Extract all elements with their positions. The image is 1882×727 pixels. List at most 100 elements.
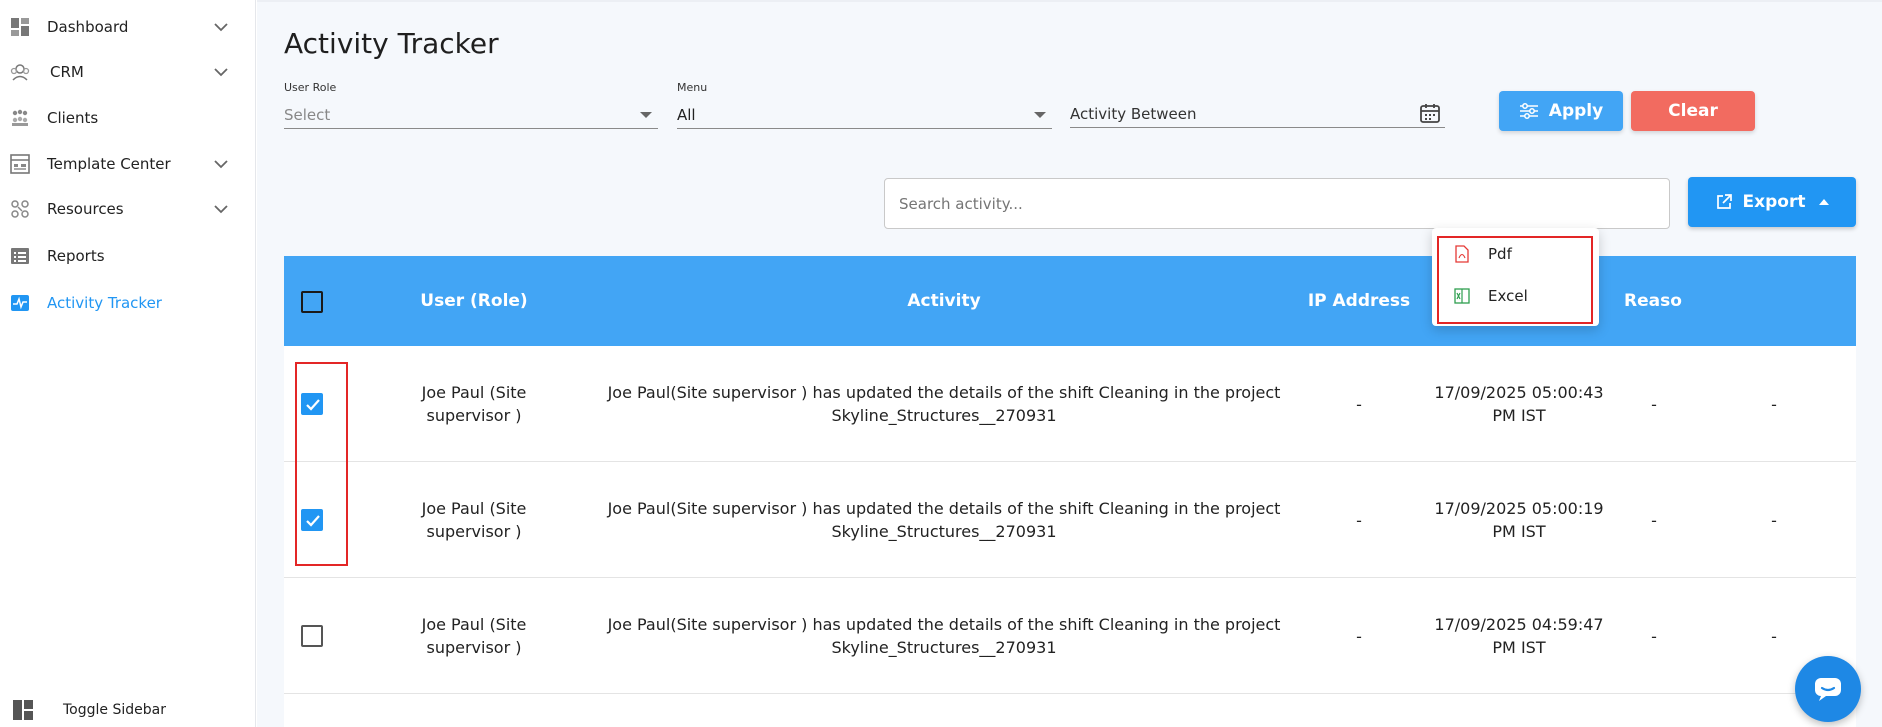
table-header: User (Role) Activity IP Address Time Sta…	[284, 256, 1856, 346]
table-row[interactable]: Joe Paul (Site supervisor ) Joe Paul(Site…	[284, 346, 1856, 462]
user-line: Joe Paul (Site	[421, 383, 527, 402]
sidebar-toggle-icon	[13, 700, 33, 720]
chat-button[interactable]	[1795, 656, 1861, 722]
export-excel-option[interactable]: Excel	[1432, 276, 1599, 316]
column-header-reason[interactable]: Reaso	[1624, 256, 1744, 346]
sidebar-item-dashboard[interactable]: Dashboard	[0, 7, 256, 47]
clients-icon	[9, 107, 31, 129]
export-button[interactable]: Export	[1688, 177, 1856, 227]
timestamp-line: PM IST	[1492, 522, 1546, 541]
template-icon	[9, 153, 31, 175]
sidebar-item-label: Resources	[47, 200, 124, 218]
ip-cell: -	[1356, 510, 1362, 530]
user-line: supervisor )	[426, 522, 522, 541]
row-checkbox[interactable]	[301, 625, 323, 647]
export-icon	[1716, 194, 1732, 209]
activity-cell: Joe Paul(Site supervisor ) has updated t…	[594, 462, 1294, 578]
sidebar-item-label: Activity Tracker	[47, 294, 162, 312]
chevron-down-icon	[214, 205, 228, 214]
activity-line: Joe Paul(Site supervisor ) has updated t…	[607, 615, 1281, 634]
filter-sliders-icon	[1519, 103, 1538, 119]
table-row[interactable]: Joe Paul (Site supervisor ) Joe Paul(Site…	[284, 462, 1856, 578]
activity-between-placeholder: Activity Between	[1070, 104, 1197, 123]
toggle-sidebar-button[interactable]: Toggle Sidebar	[0, 690, 256, 727]
dropdown-caret-icon	[1034, 112, 1046, 118]
reason-cell: -	[1651, 626, 1657, 646]
sidebar: Dashboard CRM Clients Template Center Re…	[0, 0, 256, 727]
chevron-down-icon	[214, 160, 228, 169]
activity-between-field[interactable]: Activity Between	[1070, 100, 1445, 128]
user-role-select[interactable]: Select	[284, 101, 658, 129]
export-pdf-option[interactable]: Pdf	[1432, 234, 1599, 274]
column-header-activity[interactable]: Activity	[594, 256, 1294, 346]
sidebar-item-resources[interactable]: Resources	[0, 189, 256, 229]
user-role-value: Select	[284, 105, 331, 124]
apply-button[interactable]: Apply	[1499, 91, 1623, 131]
extra-cell: -	[1771, 510, 1777, 530]
user-cell: Joe Paul (Site supervisor )	[354, 578, 594, 694]
activity-line: Skyline_Structures__270931	[831, 406, 1057, 425]
user-role-label: User Role	[284, 81, 337, 94]
timestamp-line: 17/09/2025 04:59:47	[1434, 615, 1604, 634]
user-cell: Joe Paul (Site supervisor )	[354, 462, 594, 578]
timestamp-line: PM IST	[1492, 406, 1546, 425]
sidebar-item-label: Reports	[47, 247, 105, 265]
sidebar-item-reports[interactable]: Reports	[0, 236, 256, 276]
sidebar-item-crm[interactable]: CRM	[0, 52, 256, 92]
sidebar-item-clients[interactable]: Clients	[0, 98, 256, 138]
row-checkbox[interactable]	[301, 509, 323, 531]
column-header-user[interactable]: User (Role)	[354, 256, 594, 346]
sidebar-item-activity-tracker[interactable]: Activity Tracker	[0, 283, 256, 323]
timestamp-cell: 17/09/2025 04:59:47 PM IST	[1424, 578, 1614, 694]
activity-line: Joe Paul(Site supervisor ) has updated t…	[607, 499, 1281, 518]
reason-cell: -	[1651, 510, 1657, 530]
dashboard-icon	[9, 16, 31, 38]
excel-file-icon	[1454, 288, 1470, 304]
column-header-ip[interactable]: IP Address	[1294, 256, 1424, 346]
sidebar-item-template-center[interactable]: Template Center	[0, 144, 256, 184]
menu-select[interactable]: All	[677, 101, 1052, 129]
sidebar-item-label: Dashboard	[47, 18, 129, 36]
sidebar-item-label: CRM	[50, 63, 84, 81]
calendar-icon[interactable]	[1419, 102, 1441, 124]
chevron-down-icon	[214, 68, 228, 77]
activity-line: Skyline_Structures__270931	[831, 638, 1057, 657]
clear-label: Clear	[1668, 101, 1718, 121]
export-excel-label: Excel	[1488, 287, 1528, 305]
clear-button[interactable]: Clear	[1631, 91, 1755, 131]
menu-value: All	[677, 105, 696, 124]
timestamp-line: PM IST	[1492, 638, 1546, 657]
user-line: Joe Paul (Site	[421, 499, 527, 518]
user-line: supervisor )	[426, 638, 522, 657]
table-row[interactable]: Joe Paul (Site supervisor ) Joe Paul(Site…	[284, 578, 1856, 694]
timestamp-cell: 17/09/2025 05:00:19 PM IST	[1424, 462, 1614, 578]
main-content: Activity Tracker User Role Select Menu A…	[257, 0, 1882, 727]
export-label: Export	[1742, 192, 1806, 212]
menu-label: Menu	[677, 81, 708, 94]
user-line: Joe Paul (Site	[421, 615, 527, 634]
select-all-checkbox[interactable]	[301, 291, 323, 313]
resources-icon	[9, 198, 31, 220]
crm-icon	[9, 61, 31, 83]
timestamp-line: 17/09/2025 05:00:19	[1434, 499, 1604, 518]
chevron-down-icon	[214, 23, 228, 32]
export-menu: Pdf Excel	[1432, 228, 1599, 326]
activity-icon	[9, 292, 31, 314]
apply-label: Apply	[1548, 101, 1604, 121]
activity-line: Skyline_Structures__270931	[831, 522, 1057, 541]
search-input[interactable]	[884, 178, 1670, 229]
activity-cell: Joe Paul(Site supervisor ) has updated t…	[594, 578, 1294, 694]
row-checkbox[interactable]	[301, 393, 323, 415]
activity-cell: Joe Paul(Site supervisor ) has updated t…	[594, 346, 1294, 462]
activity-table: User (Role) Activity IP Address Time Sta…	[284, 256, 1856, 727]
timestamp-line: 17/09/2025 05:00:43	[1434, 383, 1604, 402]
page-title: Activity Tracker	[284, 27, 499, 60]
chat-icon	[1815, 678, 1841, 701]
export-pdf-label: Pdf	[1488, 245, 1512, 263]
sidebar-item-label: Clients	[47, 109, 99, 127]
activity-line: Joe Paul(Site supervisor ) has updated t…	[607, 383, 1281, 402]
ip-cell: -	[1356, 626, 1362, 646]
pdf-file-icon	[1455, 245, 1469, 263]
checkmark-icon	[306, 515, 320, 527]
checkmark-icon	[306, 399, 320, 411]
